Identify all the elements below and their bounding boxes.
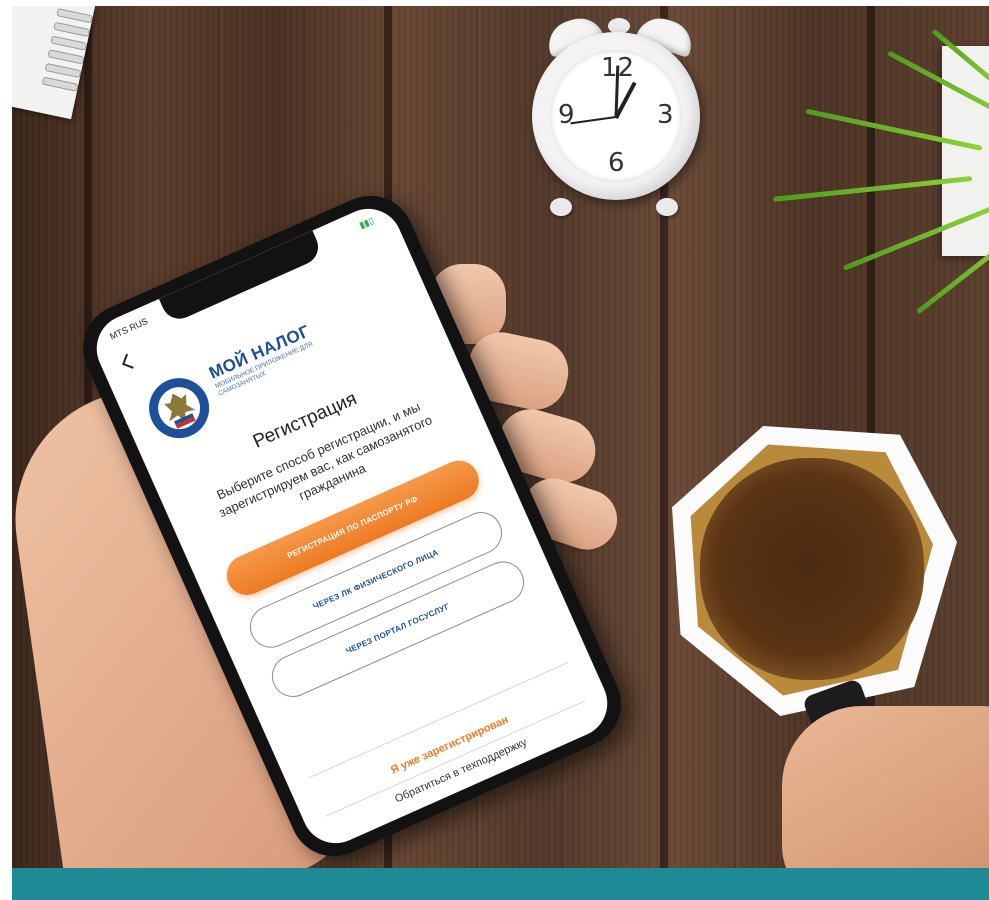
battery-icon: ▮▮▯ — [357, 215, 376, 231]
notebook-ring — [53, 21, 91, 38]
phone-notch — [158, 230, 324, 325]
divider — [325, 700, 586, 817]
fns-emblem-icon — [149, 378, 210, 439]
clock-number: 6 — [608, 148, 625, 178]
spiral-notebook — [12, 6, 96, 120]
clock-second-hand — [570, 116, 617, 125]
clock-face: 12 3 6 9 — [550, 50, 682, 182]
coffee-surface — [700, 458, 924, 680]
notebook-ring — [56, 8, 94, 24]
back-arrow-icon[interactable] — [112, 348, 141, 377]
notebook-ring — [47, 49, 85, 65]
clock-foot — [550, 198, 572, 216]
footer-bar — [12, 868, 989, 900]
notebook-ring — [50, 35, 88, 51]
notebook-ring — [41, 76, 79, 92]
right-hand — [782, 706, 989, 868]
support-link[interactable]: Обратиться в техподдержку — [309, 699, 614, 843]
alarm-clock: 12 3 6 9 — [526, 12, 706, 220]
status-carrier: MTS RUS — [108, 315, 150, 342]
clock-body: 12 3 6 9 — [532, 32, 700, 200]
app-brand: МОЙ НАЛОГ МОБИЛЬНОЕ ПРИЛОЖЕНИЕ ДЛЯ САМОЗ… — [206, 321, 321, 399]
clock-foot — [656, 198, 678, 216]
notebook-ring — [44, 62, 82, 79]
clock-number: 3 — [657, 100, 674, 130]
divider — [308, 661, 569, 779]
already-registered-link[interactable]: Я уже зарегистрирован — [297, 673, 602, 817]
photo-background: 12 3 6 9 MTS RUS ▮▮▯ — [12, 6, 989, 868]
